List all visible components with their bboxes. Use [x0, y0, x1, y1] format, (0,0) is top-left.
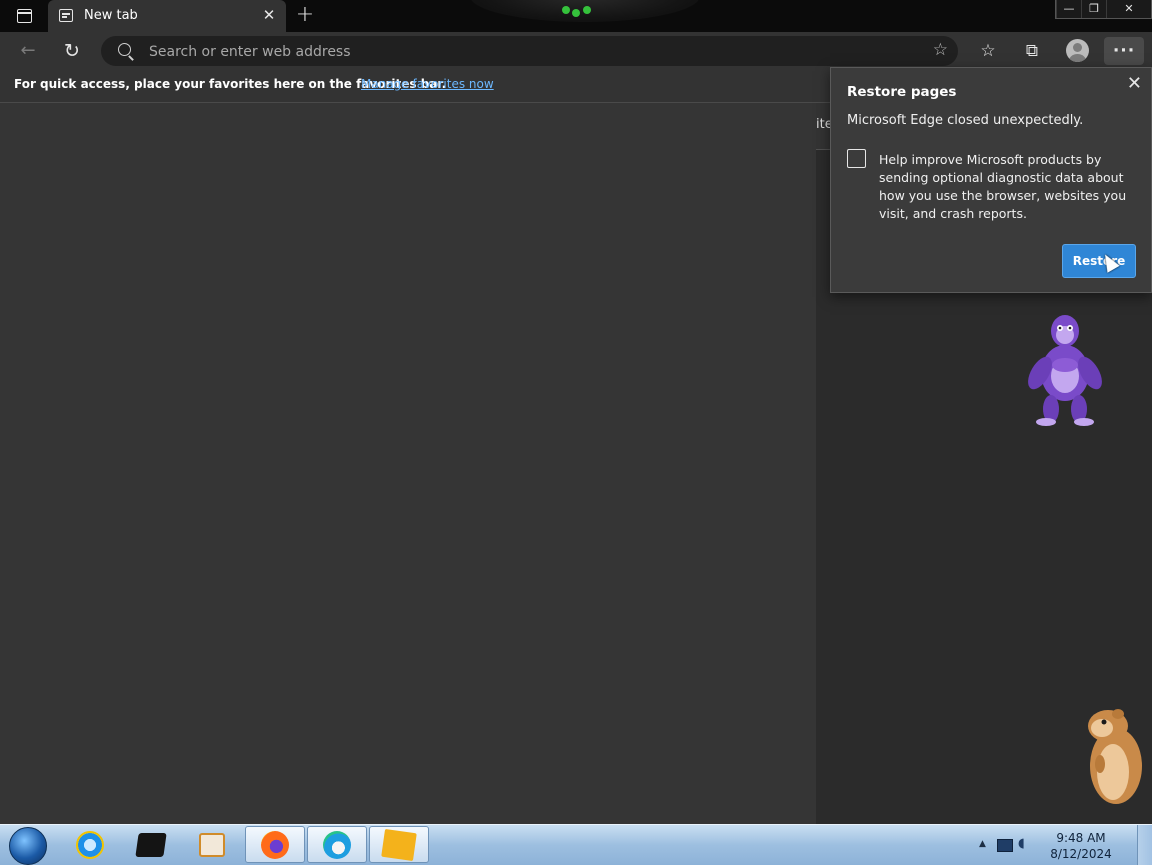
taskbar-app-media-player[interactable]	[182, 826, 242, 863]
taskbar-app-bonzibuddy[interactable]	[369, 826, 429, 863]
clock[interactable]: 9:48 AM 8/12/2024	[1046, 830, 1116, 862]
diagnostic-data-label: Help improve Microsoft products by sendi…	[879, 152, 1127, 221]
favorites-icon[interactable]: ☆	[973, 37, 1003, 65]
page-content	[0, 103, 816, 824]
restore-window-button[interactable]: ❐	[1081, 0, 1106, 18]
taskbar-app-command-prompt[interactable]	[121, 826, 181, 863]
manage-favorites-link[interactable]: Manage favorites now	[361, 77, 494, 91]
clock-time: 9:48 AM	[1056, 831, 1106, 845]
taskbar-app-internet-explorer[interactable]	[60, 826, 120, 863]
avatar	[1066, 39, 1089, 62]
firefox-icon	[261, 830, 289, 859]
cmd-icon	[135, 832, 167, 857]
windows-logo-icon	[9, 827, 47, 865]
diagnostic-data-checkbox[interactable]	[847, 149, 866, 168]
search-icon	[118, 43, 131, 56]
decoration-dot	[583, 6, 591, 14]
navigation-bar: ← ↻ ☆ ☆ ⧉ ···	[0, 32, 1152, 70]
volume-icon[interactable]: ◖	[1018, 836, 1025, 851]
start-button[interactable]	[4, 826, 48, 865]
tab-new-tab[interactable]: New tab ✕	[48, 0, 286, 32]
dialog-title: Restore pages	[847, 84, 957, 100]
title-bar: New tab ✕ + — ❐ ✕	[0, 0, 1152, 32]
edge-icon	[323, 830, 351, 859]
bonzi-buddy-character[interactable]	[1024, 313, 1106, 427]
address-bar[interactable]: ☆	[101, 36, 958, 66]
decoration-dot	[572, 9, 580, 17]
bonzi-icon	[381, 828, 417, 861]
new-tab-button[interactable]: +	[292, 2, 318, 28]
clock-date: 8/12/2024	[1050, 847, 1112, 861]
tab-close-icon[interactable]: ✕	[260, 6, 278, 24]
show-desktop-button[interactable]	[1137, 825, 1152, 865]
decoration-dot	[562, 6, 570, 14]
refresh-button[interactable]: ↻	[57, 37, 87, 65]
collections-icon[interactable]: ⧉	[1017, 37, 1047, 65]
restore-button[interactable]: Restore	[1062, 244, 1136, 278]
dialog-message: Microsoft Edge closed unexpectedly.	[847, 113, 1084, 128]
system-tray: ▲ ◖ 9:48 AM 8/12/2024	[974, 825, 1134, 865]
more-options-icon[interactable]: ···	[1104, 37, 1144, 65]
back-button[interactable]: ←	[13, 37, 43, 65]
taskbar: ▲ ◖ 9:48 AM 8/12/2024	[0, 824, 1152, 865]
profile-button[interactable]	[1063, 37, 1093, 65]
window-controls: — ❐ ✕	[1055, 0, 1152, 19]
hamster-character[interactable]	[1080, 706, 1146, 810]
tab-actions-icon	[16, 9, 32, 23]
tab-actions-button[interactable]	[8, 4, 40, 28]
address-input[interactable]	[147, 40, 911, 64]
add-favorite-icon[interactable]: ☆	[933, 40, 948, 60]
taskbar-app-firefox[interactable]	[245, 826, 305, 863]
media-player-icon	[199, 832, 225, 857]
close-icon[interactable]: ✕	[1127, 74, 1142, 94]
close-window-button[interactable]: ✕	[1106, 0, 1151, 18]
ie-icon	[76, 830, 104, 859]
taskbar-app-edge[interactable]	[307, 826, 367, 863]
new-tab-page-icon	[59, 9, 73, 22]
minimize-button[interactable]: —	[1056, 0, 1081, 18]
show-hidden-icons-icon[interactable]: ▲	[979, 839, 986, 849]
tab-title: New tab	[84, 8, 138, 23]
network-icon[interactable]	[997, 839, 1013, 852]
